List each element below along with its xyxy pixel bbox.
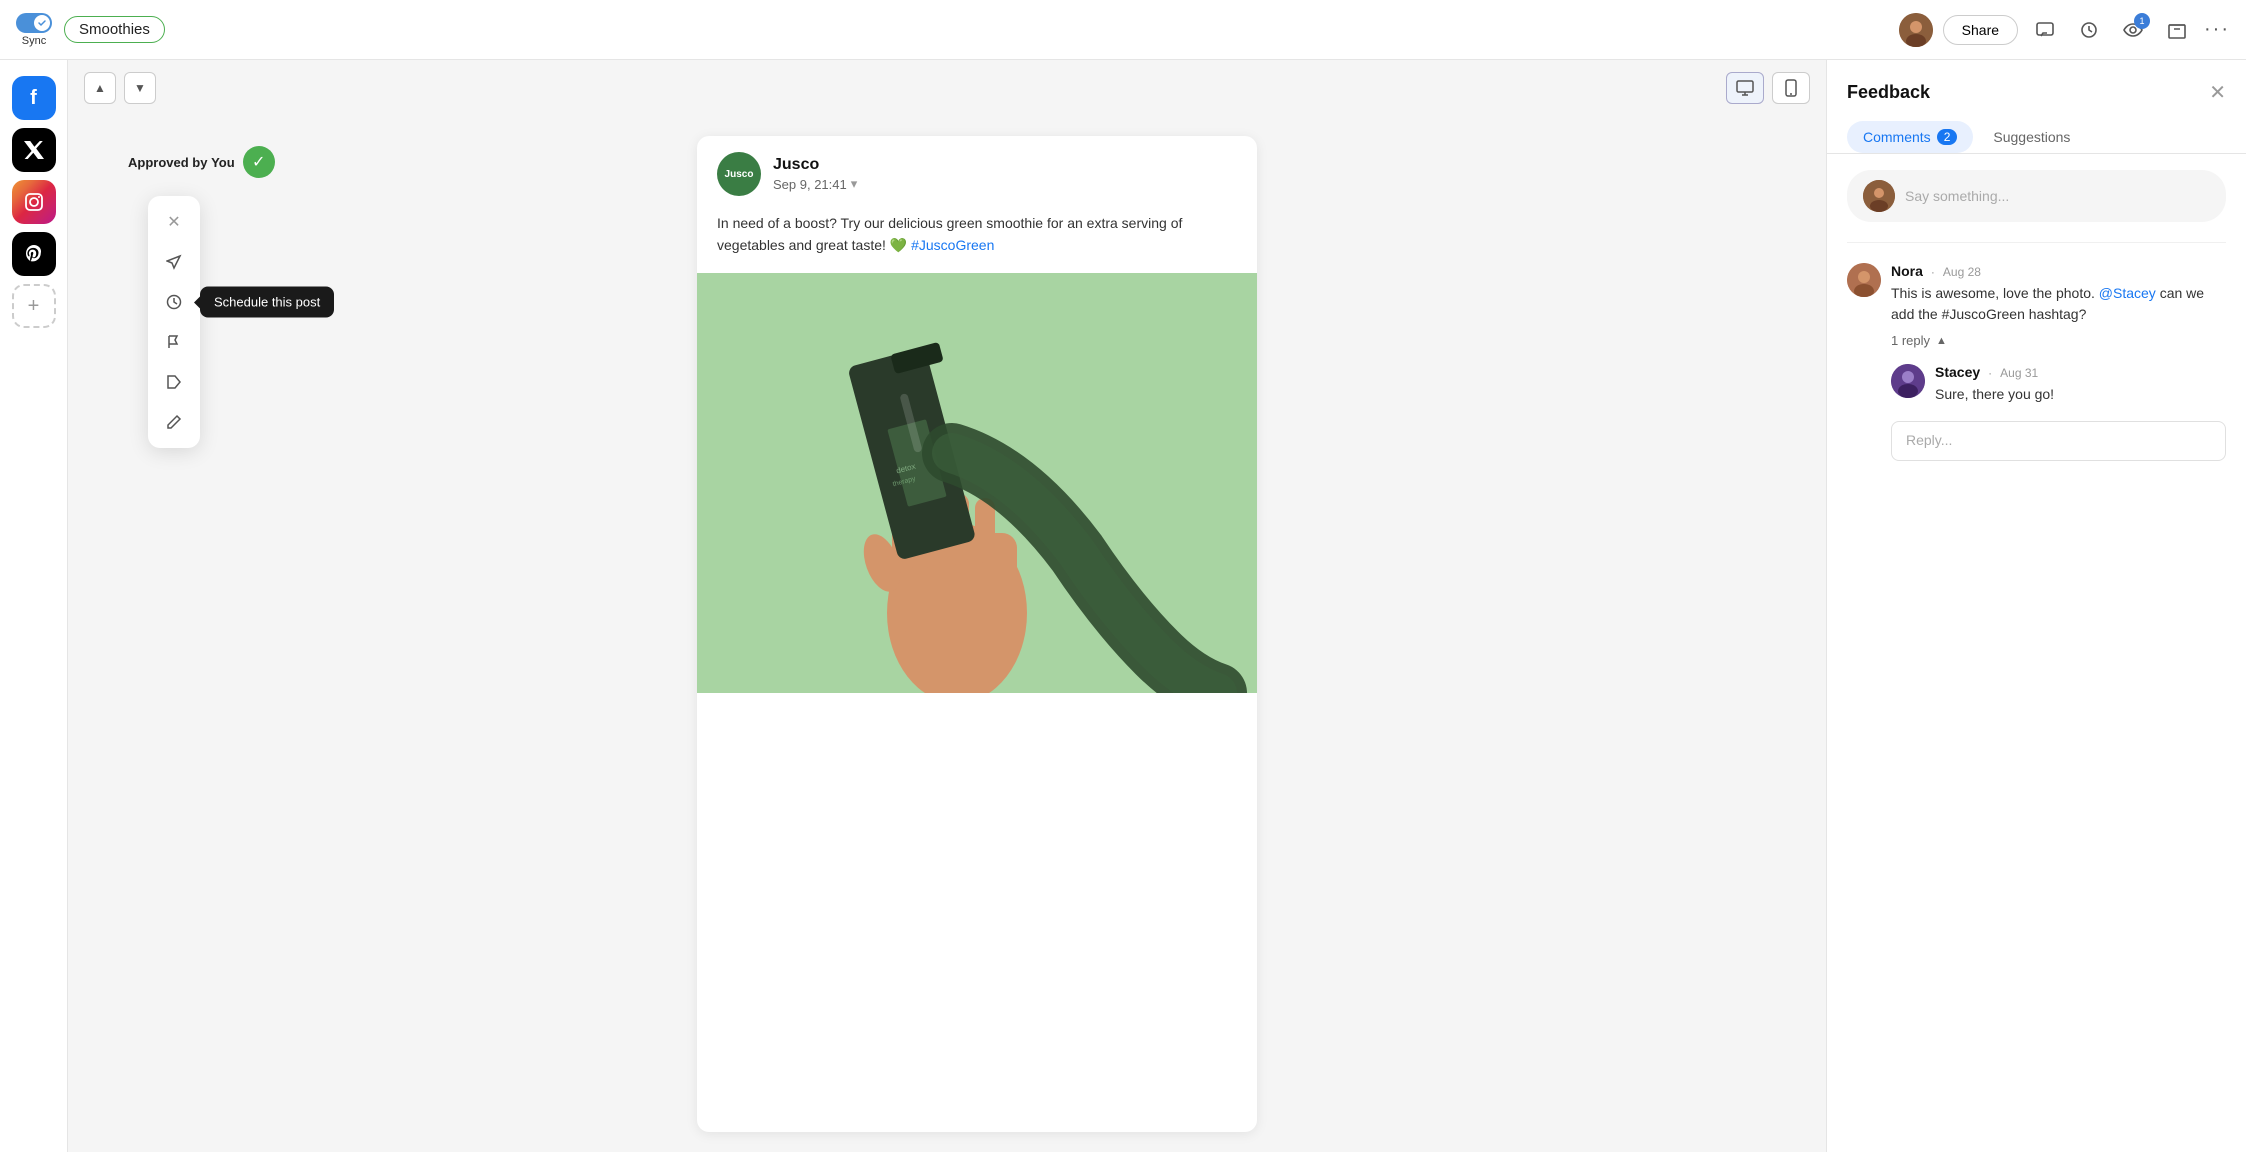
more-options-button[interactable]: ··· bbox=[2204, 18, 2230, 41]
stacey-meta: Stacey · Aug 31 bbox=[1935, 364, 2226, 380]
comment-nora: Nora · Aug 28 This is awesome, love the … bbox=[1847, 263, 2226, 348]
post-datetime: Sep 9, 21:41 ▾ bbox=[773, 176, 857, 192]
comments-badge: 2 bbox=[1937, 129, 1958, 145]
nora-author: Nora bbox=[1891, 263, 1923, 279]
panel-header: Feedback ✕ bbox=[1827, 60, 2246, 105]
preview-badge: 1 bbox=[2134, 13, 2150, 29]
post-image: detox therapy bbox=[697, 273, 1257, 693]
comment-stacey: Stacey · Aug 31 Sure, there you go! bbox=[1891, 364, 2226, 405]
sidebar-item-threads[interactable] bbox=[12, 232, 56, 276]
nav-down-button[interactable]: ▼ bbox=[124, 72, 156, 104]
mobile-view-button[interactable] bbox=[1772, 72, 1810, 104]
nora-meta: Nora · Aug 28 bbox=[1891, 263, 2226, 279]
close-panel-button[interactable]: ✕ bbox=[2209, 80, 2226, 105]
float-send-button[interactable] bbox=[156, 244, 192, 280]
post-avatar: Jusco bbox=[717, 152, 761, 196]
reply-placeholder[interactable]: Reply... bbox=[1906, 432, 1952, 448]
nora-comment-content: Nora · Aug 28 This is awesome, love the … bbox=[1891, 263, 2226, 348]
replies-toggle[interactable]: 1 reply ▲ bbox=[1891, 333, 2226, 348]
main-layout: f + ▲ ▼ bbox=[0, 60, 2246, 1152]
topbar: Sync Smoothies Share 1 bbox=[0, 0, 2246, 60]
float-close-button[interactable]: ✕ bbox=[156, 204, 192, 240]
nav-up-button[interactable]: ▲ bbox=[84, 72, 116, 104]
stacey-comment-text: Sure, there you go! bbox=[1935, 384, 2226, 405]
tab-suggestions[interactable]: Suggestions bbox=[1977, 121, 2086, 153]
approval-check-icon: ✓ bbox=[243, 146, 275, 178]
center-content: ▲ ▼ Approved by You bbox=[68, 60, 1826, 1152]
feedback-panel: Feedback ✕ Comments 2 Suggestions bbox=[1826, 60, 2246, 1152]
comment-input-area[interactable]: Say something... bbox=[1847, 170, 2226, 222]
sync-toggle-track[interactable] bbox=[16, 13, 52, 33]
post-body: In need of a boost? Try our delicious gr… bbox=[697, 208, 1257, 273]
stacey-mention[interactable]: @Stacey bbox=[2099, 285, 2156, 301]
approved-by-text: Approved by You bbox=[128, 155, 235, 170]
comment-placeholder[interactable]: Say something... bbox=[1905, 188, 2210, 204]
share-button[interactable]: Share bbox=[1943, 15, 2018, 45]
user-avatar[interactable] bbox=[1899, 13, 1933, 47]
sync-toggle[interactable]: Sync bbox=[16, 13, 52, 47]
divider bbox=[1847, 242, 2226, 243]
post-author: Jusco bbox=[773, 156, 857, 174]
sidebar-item-facebook[interactable]: f bbox=[12, 76, 56, 120]
desktop-view-button[interactable] bbox=[1726, 72, 1764, 104]
reply-input-area[interactable]: Reply... bbox=[1891, 421, 2226, 461]
panel-tabs: Comments 2 Suggestions bbox=[1827, 105, 2246, 154]
center-toolbar: ▲ ▼ bbox=[68, 60, 1826, 116]
approval-badge: Approved by You ✓ bbox=[128, 146, 275, 178]
current-user-avatar bbox=[1863, 180, 1895, 212]
float-flag-button[interactable] bbox=[156, 324, 192, 360]
brand-tag[interactable]: Smoothies bbox=[64, 16, 165, 43]
panel-body: Say something... Nora bbox=[1827, 154, 2246, 1152]
sidebar-add-button[interactable]: + bbox=[12, 284, 56, 328]
panel-title: Feedback bbox=[1847, 82, 1930, 103]
archive-icon-btn[interactable] bbox=[2160, 13, 2194, 47]
nora-comment-text: This is awesome, love the photo. @Stacey… bbox=[1891, 283, 2226, 325]
stacey-avatar bbox=[1891, 364, 1925, 398]
post-hashtag[interactable]: #JuscoGreen bbox=[911, 237, 994, 253]
nora-date: Aug 28 bbox=[1943, 265, 1981, 279]
float-label-button[interactable] bbox=[156, 364, 192, 400]
float-schedule-button[interactable]: Schedule this post bbox=[156, 284, 192, 320]
preview-icon-btn[interactable]: 1 bbox=[2116, 13, 2150, 47]
tab-comments[interactable]: Comments 2 bbox=[1847, 121, 1973, 153]
history-icon-btn[interactable] bbox=[2072, 13, 2106, 47]
left-sidebar: f + bbox=[0, 60, 68, 1152]
schedule-tooltip: Schedule this post bbox=[200, 287, 334, 318]
post-card: Jusco Jusco Sep 9, 21:41 ▾ In need of a … bbox=[697, 136, 1257, 1132]
floating-toolbar: ✕ Schedule this post bbox=[148, 196, 200, 448]
stacey-author: Stacey bbox=[1935, 364, 1980, 380]
sync-label: Sync bbox=[22, 35, 46, 47]
replies-count: 1 reply bbox=[1891, 333, 1930, 348]
comments-icon-btn[interactable] bbox=[2028, 13, 2062, 47]
stacey-date: Aug 31 bbox=[2000, 366, 2038, 380]
nora-avatar bbox=[1847, 263, 1881, 297]
sidebar-item-twitter[interactable] bbox=[12, 128, 56, 172]
comment-thread: Nora · Aug 28 This is awesome, love the … bbox=[1847, 263, 2226, 461]
topbar-right: Share 1 ··· bbox=[1899, 13, 2230, 47]
post-header: Jusco Jusco Sep 9, 21:41 ▾ bbox=[697, 136, 1257, 208]
stacey-comment-content: Stacey · Aug 31 Sure, there you go! bbox=[1935, 364, 2226, 405]
sidebar-item-instagram[interactable] bbox=[12, 180, 56, 224]
toggle-thumb bbox=[34, 15, 50, 31]
post-area: Approved by You ✓ ✕ Sch bbox=[68, 116, 1826, 1152]
float-edit-button[interactable] bbox=[156, 404, 192, 440]
post-meta: Jusco Sep 9, 21:41 ▾ bbox=[773, 156, 857, 192]
